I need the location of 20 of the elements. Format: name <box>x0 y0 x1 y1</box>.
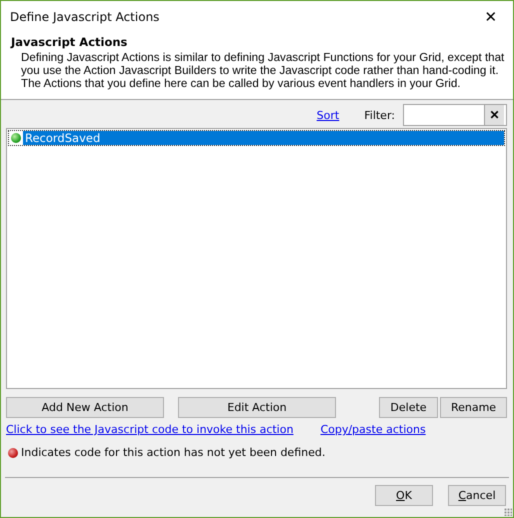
window-title: Define Javascript Actions <box>10 10 160 24</box>
resize-grip-icon[interactable] <box>504 508 512 516</box>
close-button[interactable]: ✕ <box>469 2 513 32</box>
sort-link[interactable]: Sort <box>316 108 340 122</box>
ok-button[interactable]: OK <box>375 485 433 506</box>
filter-field[interactable]: ✕ <box>403 104 507 126</box>
copy-paste-link[interactable]: Copy/paste actions <box>320 423 426 436</box>
filter-label: Filter: <box>364 108 395 122</box>
section-heading: Javascript Actions <box>11 35 128 49</box>
legend-text: Indicates code for this action has not yet been defined. <box>21 446 326 459</box>
description-text: Defining Javascript Actions is similar to defining Javascript Functions for your Grid, except that you use the Action Javascript Builders to write the Javascript code rather than hand-coding it. The Actions that you define here can be called by various event handlers in your Grid. <box>20 51 505 90</box>
clear-button[interactable]: ✕ <box>484 105 504 125</box>
delete-button[interactable]: Delete <box>379 397 438 418</box>
action-item[interactable]: RecordSaved <box>23 131 504 145</box>
status-dot-icon <box>8 448 18 458</box>
cancel-button[interactable]: Cancel <box>448 485 506 506</box>
edit-action-button[interactable]: Edit Action <box>178 397 336 418</box>
javascript-code-link[interactable]: Click to see the Javascript code to invoke this action <box>6 423 294 436</box>
rename-button[interactable]: Rename <box>440 397 507 418</box>
add-action-button[interactable]: Add New Action <box>6 397 164 418</box>
